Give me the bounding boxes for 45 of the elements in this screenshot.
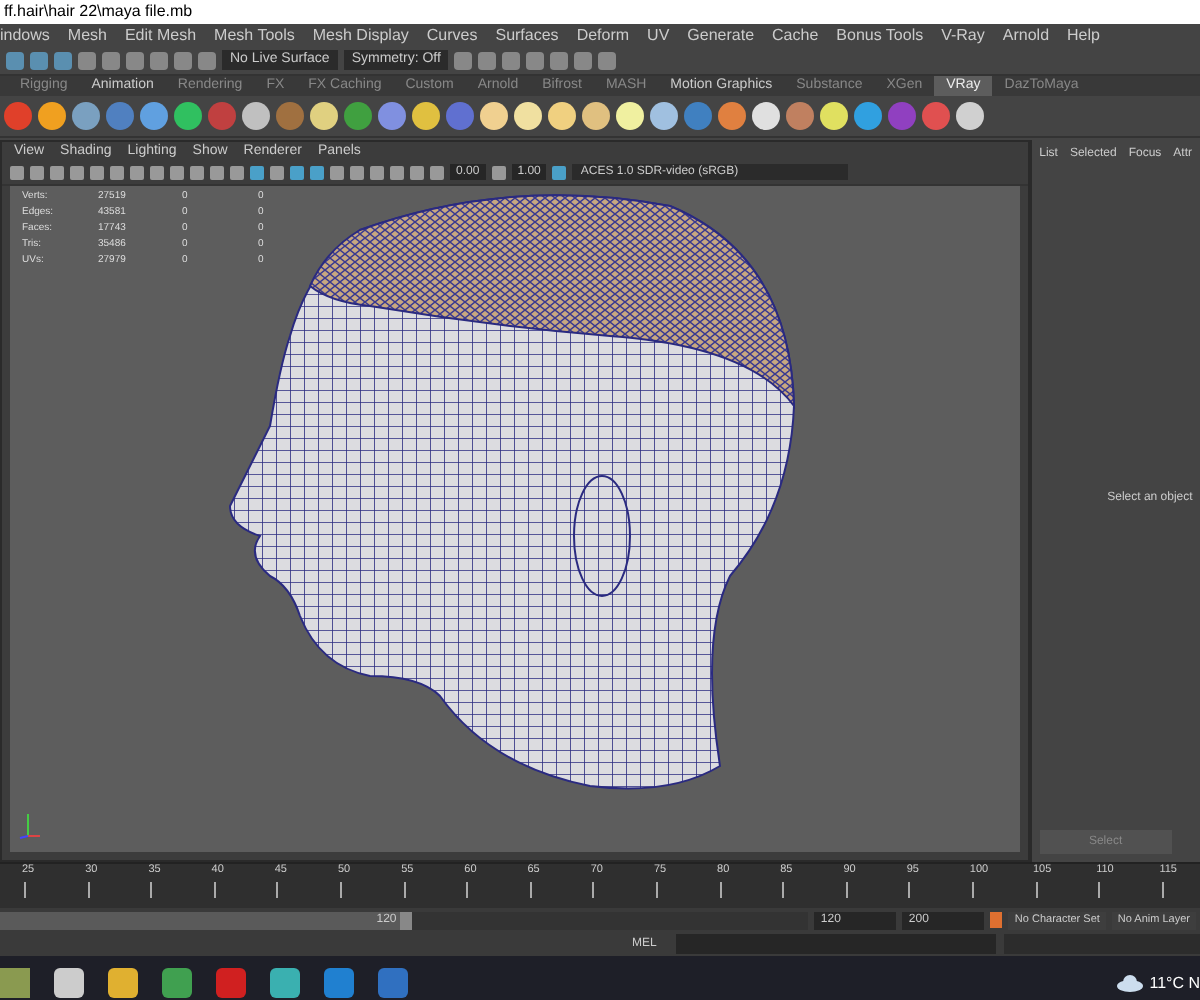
- taskbar-app-icon[interactable]: [54, 968, 84, 998]
- shelf-tool-icon[interactable]: [752, 102, 780, 130]
- shelf-tool-icon[interactable]: [548, 102, 576, 130]
- menu-item[interactable]: Cache: [772, 24, 819, 46]
- menu-item[interactable]: Deform: [576, 24, 630, 46]
- command-field[interactable]: [676, 934, 997, 954]
- shelf-tool-icon[interactable]: [412, 102, 440, 130]
- gamma-icon[interactable]: [491, 165, 506, 179]
- menu-item[interactable]: Generate: [687, 24, 755, 46]
- menu-item[interactable]: Bonus Tools: [836, 24, 924, 46]
- shelf-tool-icon[interactable]: [718, 102, 746, 130]
- menu-item[interactable]: UV: [647, 24, 670, 46]
- window-title: ff.hair\hair 22\maya file.mb: [0, 0, 1200, 24]
- shelf-tool-icon[interactable]: [854, 102, 882, 130]
- shelf-tool-icon[interactable]: [514, 102, 542, 130]
- shelf-tool-icon[interactable]: [650, 102, 678, 130]
- menu-item[interactable]: Arnold: [1002, 24, 1050, 46]
- shelf-tool-icon[interactable]: [582, 102, 610, 130]
- menu-item[interactable]: indows: [0, 24, 50, 46]
- shelf-tool-icon[interactable]: [480, 102, 508, 130]
- shelf-tool-icon[interactable]: [956, 102, 984, 130]
- menu-item[interactable]: Edit Mesh: [124, 24, 197, 46]
- taskbar-app-icon[interactable]: [108, 968, 138, 998]
- cloud-icon: [1115, 974, 1144, 992]
- menu-item[interactable]: Mesh: [67, 24, 107, 46]
- taskbar-app-icon[interactable]: [270, 968, 300, 998]
- shelf-tool-icon[interactable]: [616, 102, 644, 130]
- shelf-tool-icon[interactable]: [820, 102, 848, 130]
- menu-item[interactable]: Help: [1067, 24, 1100, 46]
- shelf-tool-icon[interactable]: [310, 102, 338, 130]
- axis-gizmo-icon: [18, 812, 42, 840]
- menu-item[interactable]: V-Ray: [941, 24, 985, 46]
- shelf-tool-icon[interactable]: [38, 102, 66, 130]
- auto-key-icon[interactable]: [990, 912, 1003, 928]
- color-management-icon[interactable]: [552, 165, 567, 179]
- shelf-tool-icon[interactable]: [72, 102, 100, 130]
- menu-item[interactable]: Mesh Tools: [214, 24, 295, 46]
- menu-item[interactable]: Mesh Display: [312, 24, 409, 46]
- menu-item[interactable]: Surfaces: [495, 24, 559, 46]
- taskbar-app-icon[interactable]: [162, 968, 192, 998]
- shelf-tool-icon[interactable]: [174, 102, 202, 130]
- shelf-tool-icon[interactable]: [140, 102, 168, 130]
- weather-text: 11°C N: [1149, 974, 1200, 992]
- menu-item[interactable]: Curves: [426, 24, 478, 46]
- shelf-tool-icon[interactable]: [242, 102, 270, 130]
